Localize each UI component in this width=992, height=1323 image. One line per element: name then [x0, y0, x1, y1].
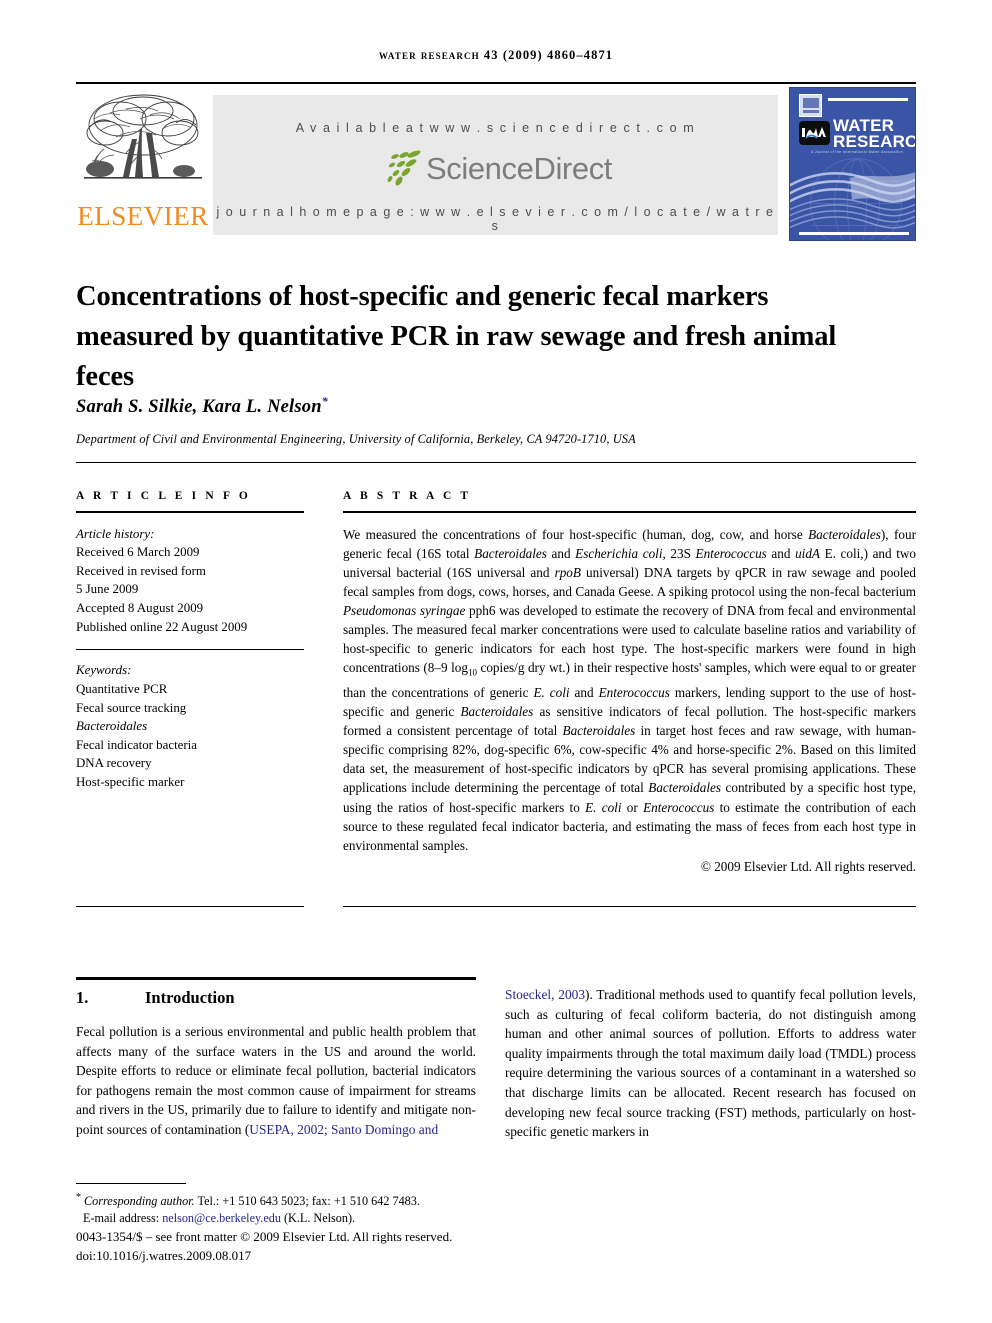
keywords-block: Keywords: Quantitative PCR Fecal source …: [76, 661, 304, 791]
water-research-cover: WATER RESEARCH A Journal of the Internat…: [789, 87, 916, 241]
abstract-column: A B S T R A C T We measured the concentr…: [343, 490, 916, 875]
italic-term: Enterococcus: [695, 545, 767, 561]
journal-homepage-text[interactable]: j o u r n a l h o m e p a g e : w w w . …: [213, 205, 778, 233]
cover-bottom-rule: [799, 232, 909, 235]
keyword-item[interactable]: Bacteroidales: [76, 717, 304, 736]
keywords-heading: Keywords:: [76, 663, 132, 678]
abstract-label: A B S T R A C T: [343, 490, 472, 502]
italic-term: Bacteroidales: [808, 526, 881, 542]
email-owner: (K.L. Nelson).: [283, 1211, 356, 1226]
doi-line[interactable]: doi:10.1016/j.watres.2009.08.017: [76, 1247, 596, 1266]
text-run: and: [546, 545, 576, 561]
copyright-line: © 2009 Elsevier Ltd. All rights reserved…: [700, 858, 916, 874]
running-head: Water Research 43 (2009) 4860–4871: [378, 48, 614, 62]
affiliation: Department of Civil and Environmental En…: [76, 432, 636, 446]
italic-term: Pseudomonas syringae: [343, 602, 466, 618]
article-history-heading: Article history:: [76, 526, 155, 541]
corresponding-contact: Tel.: +1 510 643 5023; fax: +1 510 642 7…: [194, 1194, 420, 1209]
section-title: Introduction: [145, 988, 235, 1007]
italic-term: Bacteroidales: [474, 545, 547, 561]
front-matter-block: 0043-1354/$ – see front matter © 2009 El…: [76, 1228, 596, 1265]
sciencedirect-logo[interactable]: ScienceDirect: [213, 149, 778, 195]
italic-term: Bacteroidales: [648, 780, 722, 796]
article-info-bottom-rule: [76, 906, 304, 908]
footnote-block: * Corresponding author. Tel.: +1 510 643…: [76, 1189, 546, 1227]
italic-term: E. coli: [585, 799, 622, 815]
cover-top-rule: [828, 98, 908, 101]
italic-term: Bacteroidales: [460, 704, 534, 720]
front-matter-line: 0043-1354/$ – see front matter © 2009 El…: [76, 1229, 453, 1244]
history-item: Received 6 March 2009: [76, 545, 200, 560]
italic-term: E. coli: [533, 684, 570, 700]
article-info-column: A R T I C L E I N F O Article history: R…: [76, 490, 304, 792]
keyword-item[interactable]: Fecal source tracking: [76, 699, 304, 718]
abstract-rule: [343, 511, 916, 513]
italic-term: Escherichia coli: [575, 545, 663, 561]
sciencedirect-banner: A v a i l a b l e a t w w w . s c i e n …: [213, 95, 778, 235]
section-number: 1.: [76, 988, 89, 1007]
masthead-top-rule: [76, 82, 916, 84]
corresponding-author-label: Corresponding author.: [84, 1194, 195, 1209]
citation-link[interactable]: Stoeckel, 2003: [505, 987, 585, 1002]
keyword-item[interactable]: Host-specific marker: [76, 773, 304, 792]
history-item: 5 June 2009: [76, 582, 139, 597]
section-heading-introduction: 1. Introduction: [76, 988, 235, 1008]
email-link[interactable]: nelson@ce.berkeley.edu: [162, 1211, 281, 1225]
keyword-item[interactable]: DNA recovery: [76, 754, 304, 773]
available-at-text: A v a i l a b l e a t w w w . s c i e n …: [295, 121, 696, 135]
sciencedirect-leaf-icon: [387, 150, 421, 186]
text-run: We measured the concentrations of four h…: [343, 526, 809, 542]
text-run: and: [766, 545, 796, 561]
elsevier-wordmark: ELSEVIER: [77, 201, 209, 231]
sciencedirect-wordmark: ScienceDirect: [425, 151, 613, 186]
history-item: Published online 22 August 2009: [76, 619, 248, 634]
text-run: Fecal pollution is a serious environment…: [76, 1024, 476, 1137]
italic-term: Enterococcus: [598, 684, 670, 700]
text-run: or: [621, 799, 644, 815]
corresponding-author-marker[interactable]: *: [322, 394, 328, 408]
keyword-item[interactable]: Fecal indicator bacteria: [76, 736, 304, 755]
history-item: Received in revised form: [76, 563, 206, 578]
abstract-text: We measured the concentrations of four h…: [343, 525, 916, 855]
italic-term: Enterococcus: [643, 799, 715, 815]
journal-masthead: ELSEVIER A v a i l a b l e a t w w w . s…: [76, 87, 916, 243]
cover-wave-graphic: [790, 172, 915, 229]
affiliation-rule: [76, 462, 916, 464]
cover-tagline: A Journal of the International Water Ass…: [810, 150, 904, 154]
cover-elsevier-badge-icon: [799, 94, 822, 117]
elsevier-logo: ELSEVIER: [76, 87, 210, 243]
keyword-item[interactable]: Quantitative PCR: [76, 680, 304, 699]
italic-term: Bacteroidales: [562, 723, 636, 739]
article-history-block: Article history: Received 6 March 2009 R…: [76, 525, 304, 637]
introduction-left-column: Fecal pollution is a serious environment…: [76, 1022, 476, 1140]
subscript: 10: [467, 667, 477, 678]
history-item: Accepted 8 August 2009: [76, 600, 204, 615]
iwa-logo-icon: [799, 121, 830, 145]
keywords-divider: [76, 649, 304, 651]
article-info-label: A R T I C L E I N F O: [76, 490, 251, 502]
italic-term: rpoB: [554, 564, 581, 580]
email-label: E-mail address:: [83, 1211, 160, 1226]
journal-article-page: Water Research 43 (2009) 4860–4871: [0, 0, 992, 1323]
introduction-right-column: Stoeckel, 2003). Traditional methods use…: [505, 985, 916, 1142]
footnote-star: *: [76, 1192, 81, 1203]
cover-title: WATER RESEARCH: [833, 117, 915, 151]
elsevier-tree-icon: [84, 94, 202, 179]
abstract-bottom-rule: [343, 906, 916, 908]
article-info-rule: [76, 511, 304, 513]
footnote-rule: [76, 1183, 186, 1184]
introduction-top-rule: [76, 977, 476, 980]
author-names: Sarah S. Silkie, Kara L. Nelson: [76, 397, 322, 418]
italic-term: uidA: [795, 545, 820, 561]
citation-link[interactable]: USEPA, 2002; Santo Domingo and: [249, 1122, 438, 1137]
cover-title-line2: RESEARCH: [833, 132, 915, 151]
text-run: and: [569, 684, 599, 700]
text-run: ). Traditional methods used to quantify …: [505, 987, 916, 1140]
page-title: Concentrations of host-specific and gene…: [76, 281, 837, 393]
text-run: , 23S: [662, 545, 696, 561]
author-list: Sarah S. Silkie, Kara L. Nelson*: [76, 394, 328, 418]
